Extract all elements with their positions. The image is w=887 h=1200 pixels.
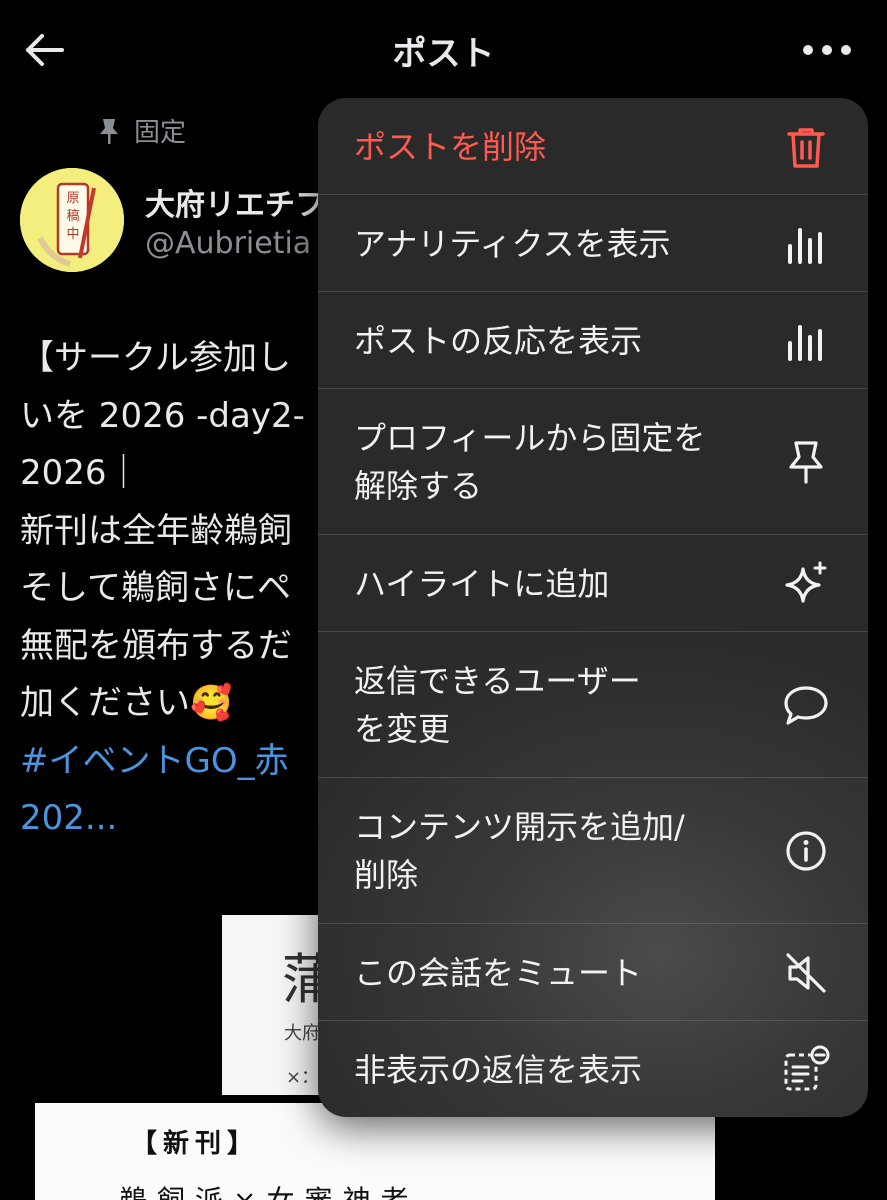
- top-bar: ポスト: [0, 0, 887, 100]
- analytics-bars-icon: [782, 220, 830, 268]
- image-caption: 大府: [284, 1023, 320, 1044]
- menu-item-label-line2: 解除する: [354, 467, 483, 505]
- avatar[interactable]: 原 稿 中: [20, 168, 124, 272]
- image-caption: ×：: [286, 1067, 320, 1088]
- menu-item-label-line2: を変更: [354, 710, 451, 748]
- author-handle[interactable]: @Aubrietia: [145, 226, 311, 261]
- image-heading: 【新刊】: [131, 1129, 260, 1159]
- more-horizontal-icon: [803, 45, 851, 55]
- menu-item-label: 返信できるユーザー: [354, 662, 641, 700]
- svg-text:中: 中: [66, 227, 79, 242]
- attached-image-2[interactable]: 【新刊】 鵜飼派×女審神者: [35, 1103, 715, 1200]
- pinned-label: 固定: [134, 118, 187, 148]
- svg-text:稿: 稿: [66, 208, 79, 224]
- menu-item-label: コンテンツ開示を追加/: [354, 808, 685, 846]
- menu-item-delete-post[interactable]: ポストを削除: [318, 98, 868, 195]
- menu-item-change-who-can-reply[interactable]: 返信できるユーザー を変更: [318, 632, 868, 778]
- menu-item-view-hidden-replies[interactable]: 非表示の返信を表示: [318, 1021, 868, 1117]
- hidden-replies-icon: [782, 1045, 830, 1093]
- menu-item-view-analytics[interactable]: アナリティクスを表示: [318, 195, 868, 292]
- menu-item-label: ポストの反応を表示: [354, 322, 643, 360]
- menu-item-unpin-from-profile[interactable]: プロフィールから固定を 解除する: [318, 389, 868, 535]
- menu-item-add-to-highlights[interactable]: ハイライトに追加: [318, 535, 868, 632]
- info-circle-icon: [782, 827, 830, 875]
- svg-text:原: 原: [66, 191, 79, 206]
- menu-item-label: プロフィールから固定を: [354, 419, 706, 457]
- pinned-indicator: 固定: [98, 112, 186, 149]
- menu-item-label-line2: 削除: [354, 856, 419, 894]
- menu-item-label: 非表示の返信を表示: [354, 1051, 643, 1089]
- menu-item-content-disclosure[interactable]: コンテンツ開示を追加/ 削除: [318, 778, 868, 924]
- menu-item-mute-conversation[interactable]: この会話をミュート: [318, 924, 868, 1021]
- speech-bubble-icon: [782, 681, 830, 729]
- pin-icon: [782, 438, 830, 486]
- avatar-illustration: 原 稿 中: [20, 168, 124, 272]
- trash-icon: [782, 123, 830, 171]
- author-name[interactable]: 大府リエチフ: [145, 180, 325, 224]
- image-subheading: 鵜飼派×女審神者: [119, 1179, 418, 1200]
- engagement-bars-icon: [782, 317, 830, 365]
- pin-icon: [100, 118, 118, 144]
- mute-icon: [782, 949, 830, 997]
- menu-item-label: ハイライトに追加: [354, 565, 610, 603]
- menu-item-label: アナリティクスを表示: [354, 225, 671, 263]
- page-title: ポスト: [392, 34, 495, 74]
- sparkle-icon: [782, 560, 830, 608]
- menu-item-label: この会話をミュート: [354, 954, 643, 992]
- post-options-menu: ポストを削除 アナリティクスを表示 ポストの反応を表示 プロフィールから固定を …: [318, 98, 868, 1117]
- more-options-button[interactable]: [797, 32, 857, 68]
- menu-item-view-engagements[interactable]: ポストの反応を表示: [318, 292, 868, 389]
- post-detail-screen: ポスト 固定 原 稿 中 大府リエチフ @Aubrietia 【サークル参加し …: [0, 0, 887, 1200]
- menu-item-label: ポストを削除: [354, 128, 547, 166]
